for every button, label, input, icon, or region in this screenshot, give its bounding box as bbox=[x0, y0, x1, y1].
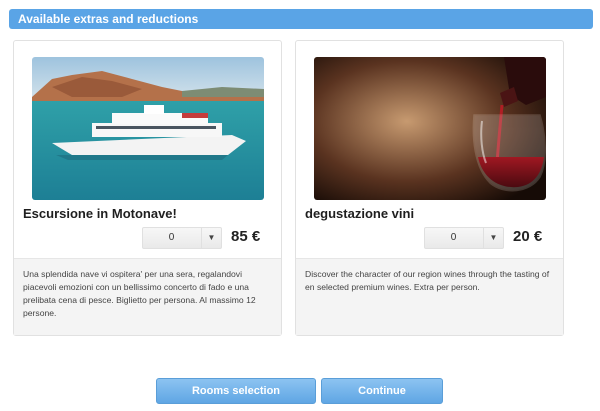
quantity-value: 0 bbox=[168, 232, 175, 243]
extra-card-boat: Escursione in Motonave! 0 ▼ 85 € Una spl… bbox=[13, 40, 282, 336]
quantity-value: 0 bbox=[450, 232, 457, 243]
extra-description: Una splendida nave vi ospitera' per una … bbox=[14, 258, 281, 335]
extra-price: 85 € bbox=[231, 228, 261, 245]
chevron-down-icon[interactable]: ▼ bbox=[483, 228, 503, 248]
rooms-selection-button[interactable]: Rooms selection bbox=[156, 378, 316, 404]
wine-image bbox=[314, 57, 546, 200]
section-header: Available extras and reductions bbox=[9, 9, 593, 29]
extra-price: 20 € bbox=[513, 228, 543, 245]
continue-button[interactable]: Continue bbox=[321, 378, 443, 404]
extra-title: degustazione vini bbox=[305, 206, 415, 221]
extra-card-wine: degustazione vini 0 ▼ 20 € Discover the … bbox=[295, 40, 564, 336]
quantity-select[interactable]: 0 ▼ bbox=[424, 227, 504, 249]
extra-description: Discover the character of our region win… bbox=[296, 258, 563, 335]
extra-title: Escursione in Motonave! bbox=[23, 206, 177, 221]
boat-image bbox=[32, 57, 264, 200]
chevron-down-icon[interactable]: ▼ bbox=[201, 228, 221, 248]
quantity-select[interactable]: 0 ▼ bbox=[142, 227, 222, 249]
